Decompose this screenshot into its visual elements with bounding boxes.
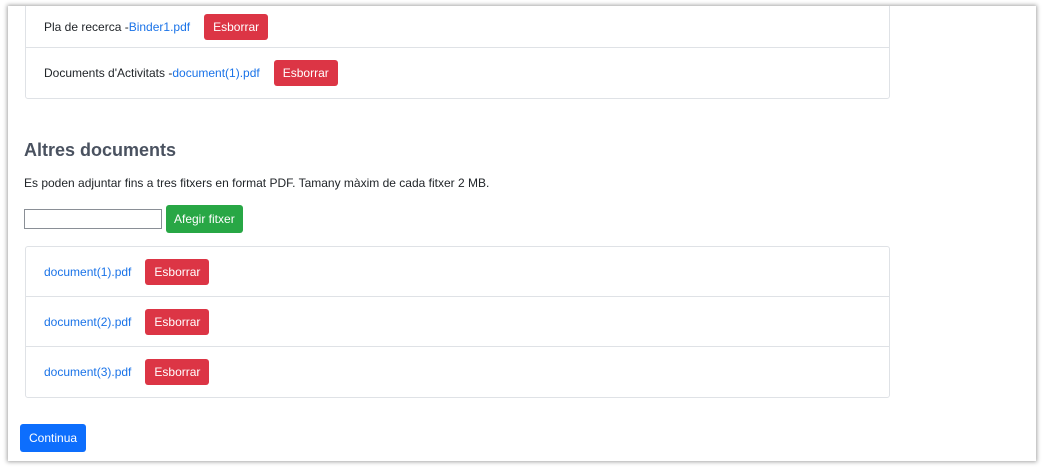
section-description: Es poden adjuntar fins a tres fitxers en…: [24, 176, 490, 190]
file-link[interactable]: Binder1.pdf: [129, 20, 190, 34]
delete-button[interactable]: Esborrar: [204, 14, 269, 40]
other-documents-list: document(1).pdf Esborrar document(2).pdf…: [25, 246, 890, 398]
page-frame: Pla de recerca - Binder1.pdf Esborrar Do…: [8, 6, 1036, 461]
list-item: document(2).pdf Esborrar: [26, 297, 889, 347]
document-label: Documents d'Activitats -: [44, 66, 173, 80]
delete-button[interactable]: Esborrar: [273, 60, 338, 86]
section-title: Altres documents: [24, 140, 177, 160]
required-documents-list: Pla de recerca - Binder1.pdf Esborrar Do…: [25, 6, 890, 99]
list-item: document(3).pdf Esborrar: [26, 347, 889, 397]
delete-button[interactable]: Esborrar: [145, 258, 210, 285]
add-file-button[interactable]: Afegir fitxer: [166, 205, 243, 233]
upload-row: Afegir fitxer: [24, 205, 243, 233]
file-link[interactable]: document(2).pdf: [44, 315, 131, 329]
page-content: Pla de recerca - Binder1.pdf Esborrar Do…: [8, 6, 1036, 461]
list-item: Pla de recerca - Binder1.pdf Esborrar: [26, 6, 889, 48]
file-input[interactable]: [24, 209, 162, 229]
file-link[interactable]: document(1).pdf: [44, 265, 131, 279]
list-item: document(1).pdf Esborrar: [26, 247, 889, 297]
continue-button[interactable]: Continua: [20, 424, 87, 452]
file-link[interactable]: document(3).pdf: [44, 365, 131, 379]
list-item: Documents d'Activitats - document(1).pdf…: [26, 48, 889, 98]
delete-button[interactable]: Esborrar: [145, 308, 210, 335]
delete-button[interactable]: Esborrar: [145, 359, 210, 385]
file-link[interactable]: document(1).pdf: [172, 66, 259, 80]
document-label: Pla de recerca -: [44, 20, 129, 34]
